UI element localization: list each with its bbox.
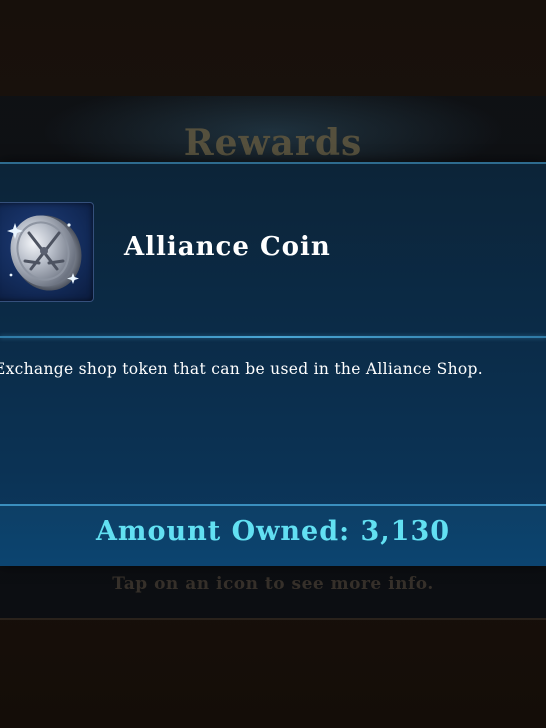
hint-text: Tap on an icon to see more info. bbox=[112, 574, 434, 594]
window-bottom-border bbox=[0, 618, 546, 620]
alliance-coin-icon bbox=[0, 202, 94, 302]
amount-owned-value: 3,130 bbox=[360, 516, 451, 547]
amount-owned-bar: Amount Owned: 3,130 bbox=[0, 504, 546, 566]
rewards-title: Rewards bbox=[183, 122, 363, 164]
item-info-panel[interactable]: Alliance Coin Exchange shop token that c… bbox=[0, 162, 546, 566]
item-name: Alliance Coin bbox=[124, 232, 331, 262]
panel-divider bbox=[0, 336, 546, 338]
game-screen: Rewards Tap on an icon to see more info. bbox=[0, 0, 546, 728]
amount-owned-label: Amount Owned: bbox=[95, 516, 361, 547]
amount-owned: Amount Owned: 3,130 bbox=[0, 516, 546, 547]
item-description: Exchange shop token that can be used in … bbox=[0, 360, 483, 378]
